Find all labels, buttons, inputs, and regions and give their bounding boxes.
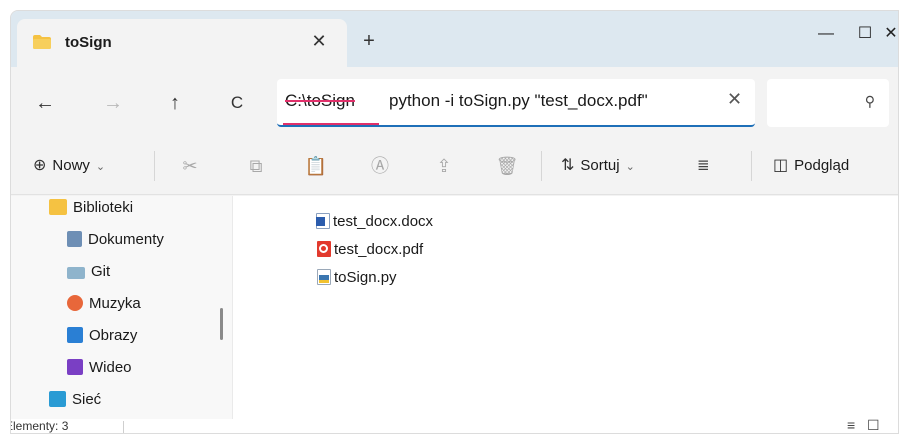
minimize-button[interactable]: — — [808, 19, 844, 49]
sort-icon: ⇅ — [561, 157, 575, 174]
pdf-icon — [317, 241, 331, 257]
address-command: python -i toSign.py "test_docx.pdf" — [389, 91, 648, 110]
sidebar-item-biblioteki[interactable]: Biblioteki — [49, 196, 133, 220]
sidebar-item-wideo[interactable]: Wideo — [67, 356, 132, 380]
file-name: test_docx.pdf — [334, 241, 424, 258]
file-item[interactable]: test_docx.docx — [316, 210, 433, 234]
plus-circle-icon: ⊕ — [33, 157, 47, 174]
new-label: Nowy — [52, 157, 90, 174]
sidebar-scrollbar[interactable] — [220, 308, 223, 340]
preview-button[interactable]: ◫ Podgląd — [773, 153, 849, 179]
delete-icon[interactable]: 🗑 — [494, 153, 520, 179]
sidebar-item-label: Sieć — [72, 391, 102, 408]
network-icon — [49, 391, 66, 407]
back-button[interactable]: ← — [31, 89, 59, 117]
annotation-underline — [283, 123, 379, 125]
divider — [751, 151, 752, 181]
rename-icon[interactable]: Ⓐ — [367, 153, 393, 179]
sidebar-item-label: Git — [91, 263, 111, 280]
copy-icon[interactable]: ⧉ — [243, 153, 269, 179]
sidebar-item-label: Obrazy — [89, 327, 138, 344]
address-row: ← → ↑ C C:\toSign python -i toSign.py "t… — [11, 67, 898, 137]
git-icon — [67, 267, 85, 279]
refresh-button[interactable]: C — [223, 89, 251, 117]
status-bar: Elementy: 3 ≡ ☐ — [10, 417, 898, 433]
divider — [154, 151, 155, 181]
navigation-pane: Biblioteki Dokumenty Git Muzyka Obrazy W… — [11, 196, 233, 419]
share-icon[interactable]: ⇪ — [431, 153, 457, 179]
sidebar-item-label: Muzyka — [89, 295, 141, 312]
tab-tosign[interactable]: toSign ✕ — [17, 19, 347, 67]
python-file-icon — [317, 269, 331, 285]
new-tab-button[interactable]: + — [357, 29, 381, 53]
forward-button[interactable]: → — [99, 89, 127, 117]
tiles-view-icon[interactable]: ☐ — [867, 417, 880, 433]
folder-icon — [49, 199, 67, 215]
word-doc-icon — [316, 213, 330, 229]
clear-address-icon[interactable]: ✕ — [727, 89, 742, 110]
details-view-icon[interactable]: ≡ — [847, 417, 855, 433]
up-button[interactable]: ↑ — [161, 89, 189, 117]
sidebar-item-siec[interactable]: Sieć — [49, 388, 101, 412]
chevron-down-icon: ⌄ — [95, 161, 106, 173]
address-bar[interactable]: C:\toSign python -i toSign.py "test_docx… — [277, 79, 755, 127]
content-area: Biblioteki Dokumenty Git Muzyka Obrazy W… — [11, 196, 898, 419]
sidebar-item-label: Biblioteki — [73, 199, 134, 216]
command-bar: ⊕ Nowy ⌄ ✂ ⧉ 📋 Ⓐ ⇪ 🗑 ⇅ Sortuj ⌄ ≣ ◫ Podgląd — [11, 137, 898, 195]
music-icon — [67, 295, 83, 311]
cut-icon[interactable]: ✂ — [177, 153, 203, 179]
sidebar-item-label: Dokumenty — [88, 231, 164, 248]
sidebar-item-dokumenty[interactable]: Dokumenty — [67, 228, 164, 252]
divider — [123, 421, 124, 433]
item-count: Elementy: 3 — [10, 419, 69, 433]
video-icon — [67, 359, 83, 375]
address-path: C:\toSign — [285, 91, 355, 110]
file-name: toSign.py — [334, 269, 397, 286]
explorer-window: toSign ✕ + — ☐ ✕ ← → ↑ C C:\toSign pytho… — [10, 10, 899, 434]
tab-bar: toSign ✕ + — ☐ ✕ — [11, 11, 898, 67]
paste-icon[interactable]: 📋 — [303, 153, 329, 179]
file-name: test_docx.docx — [333, 213, 434, 230]
folder-icon — [33, 35, 51, 49]
close-window-button[interactable]: ✕ — [873, 19, 898, 49]
divider — [541, 151, 542, 181]
sidebar-item-obrazy[interactable]: Obrazy — [67, 324, 137, 348]
documents-icon — [67, 231, 82, 247]
close-tab-icon[interactable]: ✕ — [307, 29, 331, 53]
tab-title: toSign — [65, 34, 112, 51]
sidebar-item-label: Wideo — [89, 359, 132, 376]
file-item[interactable]: toSign.py — [317, 266, 397, 290]
sidebar-item-muzyka[interactable]: Muzyka — [67, 292, 141, 316]
preview-label: Podgląd — [794, 157, 850, 174]
search-input[interactable]: ⚲ — [767, 79, 889, 127]
preview-pane-icon: ◫ — [773, 157, 789, 174]
sort-label: Sortuj — [580, 157, 620, 174]
file-item[interactable]: test_docx.pdf — [317, 238, 423, 262]
sidebar-item-git[interactable]: Git — [67, 260, 110, 284]
chevron-down-icon: ⌄ — [625, 161, 635, 173]
pictures-icon — [67, 327, 83, 343]
sort-button[interactable]: ⇅ Sortuj ⌄ — [561, 153, 635, 179]
new-button[interactable]: ⊕ Nowy ⌄ — [33, 153, 105, 179]
search-icon: ⚲ — [864, 93, 875, 109]
view-layout-icon[interactable]: ≣ — [697, 153, 710, 179]
